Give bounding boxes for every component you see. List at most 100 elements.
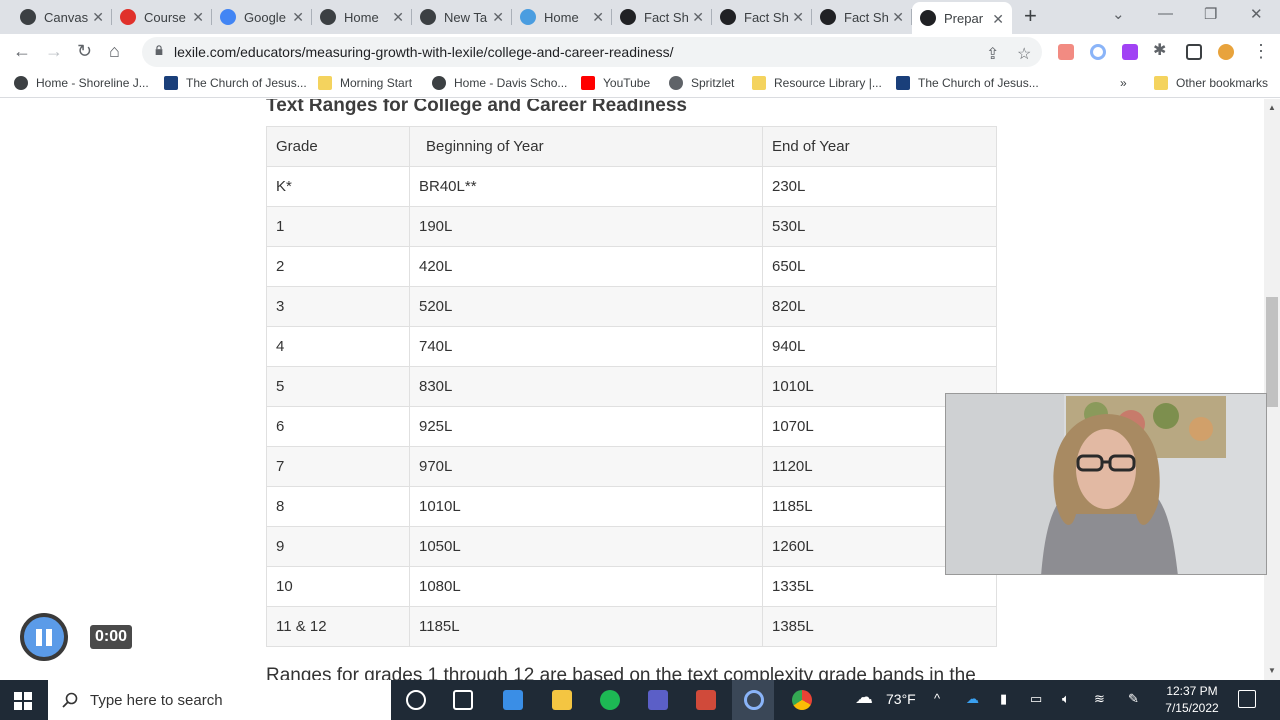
tab-close-icon[interactable]: ✕ xyxy=(992,11,1004,28)
browser-tab[interactable]: Home ✕ xyxy=(312,0,412,34)
battery-icon[interactable]: ▭ xyxy=(1030,691,1042,707)
extension-purple-icon[interactable] xyxy=(1122,44,1138,60)
tab-label: Fact Sh xyxy=(644,9,688,25)
windows-start-icon[interactable] xyxy=(14,692,32,710)
tray-overflow-icon[interactable]: ^ xyxy=(934,691,940,706)
bookmark-item[interactable]: Spritzlet xyxy=(669,76,734,90)
browser-tab[interactable]: Fact Sh ✕ xyxy=(712,0,812,34)
webcam-preview[interactable] xyxy=(945,393,1267,575)
page-scrollbar[interactable]: ▲ ▼ xyxy=(1264,99,1280,680)
more-bookmarks-button[interactable]: » xyxy=(1120,76,1127,90)
extensions-puzzle-icon[interactable]: ✱ xyxy=(1153,41,1166,61)
tab-close-icon[interactable]: ✕ xyxy=(192,9,204,26)
table-cell: 8 xyxy=(266,486,410,527)
table-cell: 2 xyxy=(266,246,410,287)
back-button[interactable]: ← xyxy=(13,41,31,61)
side-panel-icon[interactable] xyxy=(1186,44,1202,60)
tab-label: Home xyxy=(544,9,579,25)
reload-button[interactable]: ↻ xyxy=(77,41,92,61)
notification-center-icon[interactable] xyxy=(1238,690,1256,708)
file-explorer-icon[interactable] xyxy=(552,690,572,710)
table-cell: 1 xyxy=(266,206,410,247)
bookmark-label: Resource Library |... xyxy=(774,76,882,90)
table-row: 1 190L 530L xyxy=(266,206,997,247)
table-cell: K* xyxy=(266,166,410,207)
new-tab-button[interactable]: + xyxy=(1024,5,1037,27)
table-cell: 520L xyxy=(409,286,763,327)
tab-close-icon[interactable]: ✕ xyxy=(492,9,504,26)
bookmark-item[interactable]: Resource Library |... xyxy=(752,76,882,90)
browser-tab[interactable]: Google ✕ xyxy=(212,0,312,34)
weather-temperature[interactable]: 73°F xyxy=(886,691,916,707)
circle-app-icon xyxy=(520,9,536,25)
close-window-button[interactable]: ✕ xyxy=(1250,5,1263,23)
table-cell: 1185L xyxy=(409,606,763,647)
address-bar[interactable]: lexile.com/educators/measuring-growth-wi… xyxy=(142,37,1042,67)
taskbar-clock[interactable]: 12:37 PM 7/15/2022 xyxy=(1158,683,1226,717)
task-view-icon[interactable] xyxy=(453,690,473,710)
scrollbar-thumb[interactable] xyxy=(1266,297,1278,407)
tab-search-icon[interactable]: ⌄ xyxy=(1112,5,1125,23)
pause-recording-button[interactable] xyxy=(20,613,68,661)
tab-close-icon[interactable]: ✕ xyxy=(692,9,704,26)
bookmark-item[interactable]: The Church of Jesus... xyxy=(896,76,1039,90)
microsoft-store-icon[interactable] xyxy=(503,690,523,710)
onedrive-icon[interactable]: ☁ xyxy=(966,691,979,707)
bookmark-item[interactable]: YouTube xyxy=(581,76,650,90)
teams-icon[interactable] xyxy=(648,690,668,710)
bookmark-star-icon[interactable]: ☆ xyxy=(1017,44,1031,64)
bookmark-label: Spritzlet xyxy=(691,76,735,90)
tab-close-icon[interactable]: ✕ xyxy=(392,9,404,26)
cortana-icon[interactable] xyxy=(406,690,426,710)
forward-button[interactable]: → xyxy=(45,41,63,61)
bookmark-item[interactable]: Morning Start xyxy=(318,76,412,90)
table-row: K* BR40L** 230L xyxy=(266,166,997,207)
browser-tab[interactable]: Fact Sh ✕ xyxy=(612,0,712,34)
tab-close-icon[interactable]: ✕ xyxy=(292,9,304,26)
bookmark-item[interactable]: Home - Davis Scho... xyxy=(432,76,567,90)
screencastify-icon[interactable] xyxy=(1090,44,1106,60)
tab-label: Course xyxy=(144,9,186,25)
tab-close-icon[interactable]: ✕ xyxy=(92,9,104,26)
table-cell: 230L xyxy=(762,166,997,207)
browser-tab[interactable]: Canvas ✕ xyxy=(12,0,112,34)
snipping-tool-icon[interactable] xyxy=(696,690,716,710)
browser-tab[interactable]: Fact Sh ✕ xyxy=(812,0,912,34)
home-button[interactable]: ⌂ xyxy=(109,41,120,61)
taskbar-search-box[interactable]: Type here to search xyxy=(48,680,391,720)
other-bookmarks-folder[interactable]: Other bookmarks xyxy=(1154,76,1268,90)
wifi-icon[interactable]: ≋ xyxy=(1094,691,1105,707)
lexile-icon xyxy=(620,9,636,25)
pen-icon[interactable]: ✎ xyxy=(1128,691,1139,707)
windows-taskbar: Type here to search ☁ 73°F ^ ☁ ▮ ▭ 🔈︎ ≋ … xyxy=(0,680,1280,720)
menu-kebab-icon[interactable]: ⋮ xyxy=(1252,41,1270,61)
tab-close-icon[interactable]: ✕ xyxy=(892,9,904,26)
lexile-ranges-table: Grade Beginning of Year End of Year K* BR… xyxy=(266,126,997,647)
bookmark-item[interactable]: The Church of Jesus... xyxy=(164,76,307,90)
restore-button[interactable]: ❐ xyxy=(1204,5,1217,23)
spotify-icon[interactable] xyxy=(600,690,620,710)
profile-avatar[interactable] xyxy=(1218,44,1234,60)
minimize-button[interactable]: — xyxy=(1158,5,1173,22)
tab-close-icon[interactable]: ✕ xyxy=(592,9,604,26)
browser-tab[interactable]: Course ✕ xyxy=(112,0,212,34)
table-cell: 530L xyxy=(762,206,997,247)
table-cell: 11 & 12 xyxy=(266,606,410,647)
scroll-down-arrow[interactable]: ▼ xyxy=(1268,666,1276,675)
usb-icon[interactable]: ▮ xyxy=(1000,691,1007,707)
extension-red-icon[interactable] xyxy=(1058,44,1074,60)
share-icon[interactable]: ⇪ xyxy=(986,44,999,64)
browser-tab[interactable]: New Tab✕ xyxy=(412,0,512,34)
browser-tab[interactable]: Home ✕ xyxy=(512,0,612,34)
chrome-taskbar-icon[interactable] xyxy=(792,690,812,710)
bookmark-item[interactable]: Home - Shoreline J... xyxy=(14,76,149,90)
url-text[interactable]: lexile.com/educators/measuring-growth-wi… xyxy=(174,44,674,60)
scroll-up-arrow[interactable]: ▲ xyxy=(1268,103,1276,112)
volume-icon[interactable]: 🔈︎ xyxy=(1062,691,1070,707)
tab-close-icon[interactable]: ✕ xyxy=(792,9,804,26)
weather-cloud-icon[interactable]: ☁ xyxy=(855,687,873,708)
table-cell: 1080L xyxy=(409,566,763,607)
browser-tab[interactable]: Prepar ✕ xyxy=(912,2,1012,34)
header-grade: Grade xyxy=(266,126,410,167)
table-row: 5 830L 1010L xyxy=(266,366,997,407)
